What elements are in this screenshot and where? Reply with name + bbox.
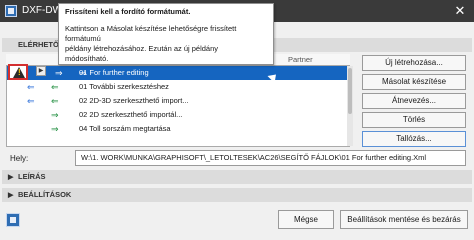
browse-button[interactable]: Tallózás... [362, 131, 466, 147]
play-triangle-icon[interactable]: ▶ [36, 66, 46, 76]
table-row[interactable]: ⇒ ⇒ 01 For further editing [7, 66, 349, 80]
expand-triangle-icon: ▶ [8, 192, 14, 199]
copy-button[interactable]: Másolat készítése [362, 74, 466, 90]
tooltip-line: Kattintson a Másolat készítése lehetőség… [65, 24, 237, 43]
format-warning[interactable]: ! [8, 64, 28, 80]
table-row[interactable]: ⇐ ⇐ 01 További szerkesztéshez [7, 80, 349, 94]
translator-list[interactable]: ⇒ ⇒ 01 For further editing ⇐ ⇐ 01 Tovább… [6, 65, 350, 147]
cancel-button[interactable]: Mégse [278, 210, 334, 229]
row-name: 01 For further editing [79, 68, 149, 77]
expand-triangle-icon: ▶ [8, 174, 14, 181]
rename-button[interactable]: Átnevezés... [362, 93, 466, 109]
tooltip-line: módosítható. [65, 54, 109, 63]
import-arrow-icon: ⇐ [51, 96, 59, 106]
table-row[interactable]: ⇐ ⇐ 02 2D-3D szerkeszthető import... [7, 94, 349, 108]
format-warning-tooltip: Frissíteni kell a fordító formátumát. Ka… [58, 3, 274, 65]
location-field[interactable]: W:\1. WORK\MUNKA\GRAPHISOFT\_LETOLTESEK\… [75, 150, 466, 166]
list-scrollbar[interactable] [347, 66, 353, 146]
import-arrow-icon: ⇐ [51, 82, 59, 92]
delete-button[interactable]: Törlés [362, 112, 466, 128]
row-name: 02 2D-3D szerkeszthető import... [79, 96, 189, 105]
row-name: 04 Toll sorszám megtartása [79, 124, 171, 133]
export-arrow-icon: ⇒ [51, 110, 59, 120]
tooltip-title: Frissíteni kell a fordító formátumát. [65, 7, 191, 16]
new-button[interactable]: Új létrehozása... [362, 55, 466, 71]
tooltip-line: példány létrehozásához. Ezután az új pél… [65, 44, 219, 53]
import-arrow-icon: ⇐ [27, 96, 35, 106]
column-partner[interactable]: Partner [288, 55, 313, 64]
scrollbar-thumb[interactable] [348, 68, 352, 114]
save-and-close-button[interactable]: Beállítások mentése és bezárás [340, 210, 468, 229]
archicad-footer-icon [6, 213, 20, 227]
location-label: Hely: [10, 154, 29, 163]
window-close-button[interactable]: ✕ [452, 3, 468, 19]
export-arrow-icon: ⇒ [51, 124, 59, 134]
archicad-app-icon [5, 5, 17, 17]
row-name: 02 2D szerkeszthető importál... [79, 110, 183, 119]
section-header-description[interactable]: ▶ LEÍRÁS [2, 170, 472, 184]
export-arrow-icon: ⇒ [55, 68, 63, 78]
section-header-settings[interactable]: ▶ BEÁLLÍTÁSOK [2, 188, 472, 202]
table-row[interactable]: ⇒ 02 2D szerkeszthető importál... [7, 108, 349, 122]
table-row[interactable]: ⇒ 04 Toll sorszám megtartása [7, 122, 349, 136]
import-arrow-icon: ⇐ [27, 82, 35, 92]
row-name: 01 További szerkesztéshez [79, 82, 169, 91]
warning-mark: ! [18, 68, 21, 77]
